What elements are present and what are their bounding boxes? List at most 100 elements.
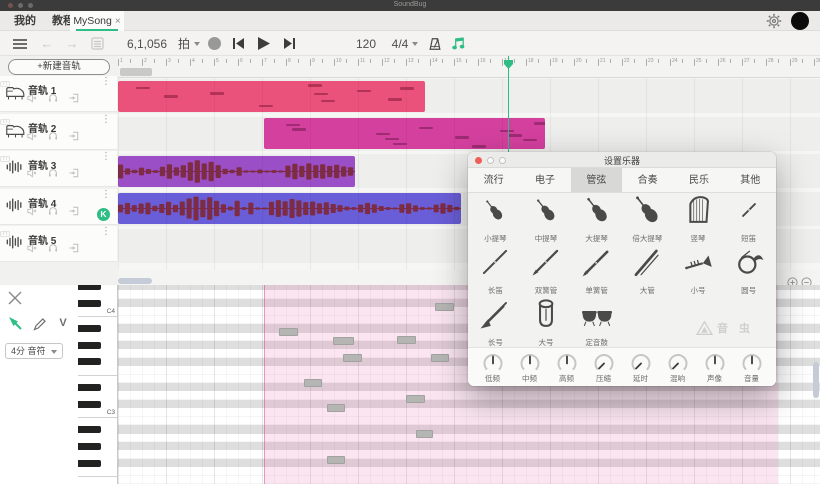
midi-note[interactable] bbox=[333, 337, 354, 345]
track-menu-icon[interactable]: ⋮ bbox=[101, 80, 111, 84]
quantize-notes-icon[interactable] bbox=[448, 31, 468, 56]
midi-note[interactable] bbox=[416, 430, 433, 438]
track-mute-icon[interactable] bbox=[27, 90, 37, 108]
instrument-单簧管[interactable]: 单簧管 bbox=[571, 248, 622, 296]
dialog-tab-其他[interactable]: 其他 bbox=[725, 168, 776, 192]
undo-arrow-icon[interactable]: ← bbox=[38, 31, 56, 56]
midi-note[interactable] bbox=[435, 303, 454, 311]
close-piano-roll-icon[interactable] bbox=[8, 291, 24, 307]
track-solo-icon[interactable] bbox=[48, 90, 58, 108]
instrument-大管[interactable]: 大管 bbox=[622, 248, 673, 296]
select-tool-button[interactable] bbox=[7, 315, 23, 331]
track-solo-icon[interactable] bbox=[48, 240, 58, 258]
tab-mysong[interactable]: MySong× bbox=[70, 11, 124, 31]
menu-hamburger-icon[interactable] bbox=[10, 31, 30, 56]
knob-低频[interactable]: 低频 bbox=[481, 351, 505, 384]
knob-高频[interactable]: 高频 bbox=[555, 351, 579, 384]
black-key[interactable] bbox=[78, 401, 101, 408]
midi-note[interactable] bbox=[327, 456, 345, 464]
midi-note[interactable] bbox=[406, 395, 425, 403]
skip-to-end-button[interactable] bbox=[281, 31, 297, 56]
tempo-display[interactable]: 120 bbox=[352, 31, 380, 56]
save-icon[interactable] bbox=[88, 31, 106, 56]
instrument-大号[interactable]: 大号 bbox=[521, 300, 572, 348]
black-key[interactable] bbox=[78, 384, 101, 391]
black-key[interactable] bbox=[78, 300, 101, 307]
instrument-大提琴[interactable]: 大提琴 bbox=[571, 196, 622, 244]
track-input-icon[interactable] bbox=[69, 90, 79, 108]
new-track-button[interactable]: +新建音轨 bbox=[8, 59, 110, 75]
playhead-marker[interactable] bbox=[504, 56, 513, 74]
track-input-icon[interactable] bbox=[69, 128, 79, 146]
track-menu-icon[interactable]: ⋮ bbox=[101, 193, 111, 197]
track-solo-icon[interactable] bbox=[48, 165, 58, 183]
track-row[interactable]: 音轨 3 ⋮ bbox=[0, 151, 117, 187]
track-menu-icon[interactable]: ⋮ bbox=[101, 230, 111, 234]
dialog-tab-民乐[interactable]: 民乐 bbox=[673, 168, 724, 192]
instrument-倍大提琴[interactable]: 倍大提琴 bbox=[622, 196, 673, 244]
midi-note[interactable] bbox=[327, 404, 345, 412]
black-key[interactable] bbox=[78, 426, 101, 433]
instrument-小提琴[interactable]: 小提琴 bbox=[470, 196, 521, 244]
instrument-长号[interactable]: 长号 bbox=[470, 300, 521, 348]
instrument-圆号[interactable]: 圆号 bbox=[723, 248, 774, 296]
instrument-短笛[interactable]: 短笛 bbox=[723, 196, 774, 244]
piano-keyboard[interactable]: C4C3 bbox=[78, 285, 118, 484]
black-key[interactable] bbox=[78, 285, 101, 290]
track-solo-icon[interactable] bbox=[48, 128, 58, 146]
dialog-tab-电子[interactable]: 电子 bbox=[519, 168, 570, 192]
track-record-badge[interactable]: K bbox=[97, 208, 110, 221]
tab-my[interactable]: 我的 bbox=[14, 11, 36, 31]
dialog-tab-流行[interactable]: 流行 bbox=[468, 168, 519, 192]
skip-to-start-button[interactable] bbox=[230, 31, 246, 56]
time-signature-select[interactable]: 4/4 bbox=[386, 31, 424, 56]
black-key[interactable] bbox=[78, 358, 101, 365]
instrument-定音鼓[interactable]: 定音鼓 bbox=[571, 300, 622, 348]
dialog-tab-管弦[interactable]: 管弦 bbox=[571, 168, 622, 192]
track-row[interactable]: 音轨 1 ⋮ bbox=[0, 76, 117, 112]
track-input-icon[interactable] bbox=[69, 203, 79, 221]
track-solo-icon[interactable] bbox=[48, 203, 58, 221]
midi-note[interactable] bbox=[304, 379, 322, 387]
play-button[interactable] bbox=[253, 31, 273, 56]
beat-unit-select[interactable]: 拍 bbox=[174, 31, 204, 56]
dialog-tab-合奏[interactable]: 合奏 bbox=[622, 168, 673, 192]
loop-region[interactable] bbox=[120, 68, 152, 76]
redo-arrow-icon[interactable]: → bbox=[63, 31, 81, 56]
midi-note[interactable] bbox=[279, 328, 298, 336]
note-length-select[interactable]: 4分 音符 bbox=[5, 343, 63, 359]
velocity-tool-button[interactable]: V bbox=[55, 315, 71, 331]
knob-音量[interactable]: 音量 bbox=[740, 351, 764, 384]
track-row[interactable]: 音轨 4 ⋮ K bbox=[0, 189, 117, 225]
track-mute-icon[interactable] bbox=[27, 203, 37, 221]
black-key[interactable] bbox=[78, 342, 101, 349]
instrument-小号[interactable]: 小号 bbox=[673, 248, 724, 296]
knob-延时[interactable]: 延时 bbox=[629, 351, 653, 384]
vertical-scrollbar[interactable] bbox=[813, 362, 819, 398]
midi-note[interactable] bbox=[397, 336, 416, 344]
metronome-icon[interactable] bbox=[426, 31, 444, 56]
knob-中频[interactable]: 中频 bbox=[518, 351, 542, 384]
record-button[interactable] bbox=[206, 31, 222, 56]
midi-note[interactable] bbox=[343, 354, 362, 362]
track-mute-icon[interactable] bbox=[27, 240, 37, 258]
black-key[interactable] bbox=[78, 443, 101, 450]
instrument-双簧管[interactable]: 双簧管 bbox=[521, 248, 572, 296]
track-input-icon[interactable] bbox=[69, 240, 79, 258]
midi-note[interactable] bbox=[431, 354, 449, 362]
timeline-ruler[interactable]: 1234567891011121314151617181920212223242… bbox=[118, 56, 820, 78]
track-menu-icon[interactable]: ⋮ bbox=[101, 118, 111, 122]
pencil-tool-button[interactable] bbox=[31, 315, 47, 331]
track-input-icon[interactable] bbox=[69, 165, 79, 183]
user-avatar[interactable] bbox=[791, 12, 809, 30]
knob-压缩[interactable]: 压缩 bbox=[592, 351, 616, 384]
horizontal-scrollbar[interactable] bbox=[118, 278, 152, 284]
instrument-中提琴[interactable]: 中提琴 bbox=[521, 196, 572, 244]
track-menu-icon[interactable]: ⋮ bbox=[101, 155, 111, 159]
knob-声像[interactable]: 声像 bbox=[703, 351, 727, 384]
track-row[interactable]: 音轨 2 ⋮ bbox=[0, 114, 117, 150]
black-key[interactable] bbox=[78, 460, 101, 467]
instrument-竖琴[interactable]: 竖琴 bbox=[673, 196, 724, 244]
knob-混响[interactable]: 混响 bbox=[666, 351, 690, 384]
tab-close-icon[interactable]: × bbox=[115, 16, 121, 27]
